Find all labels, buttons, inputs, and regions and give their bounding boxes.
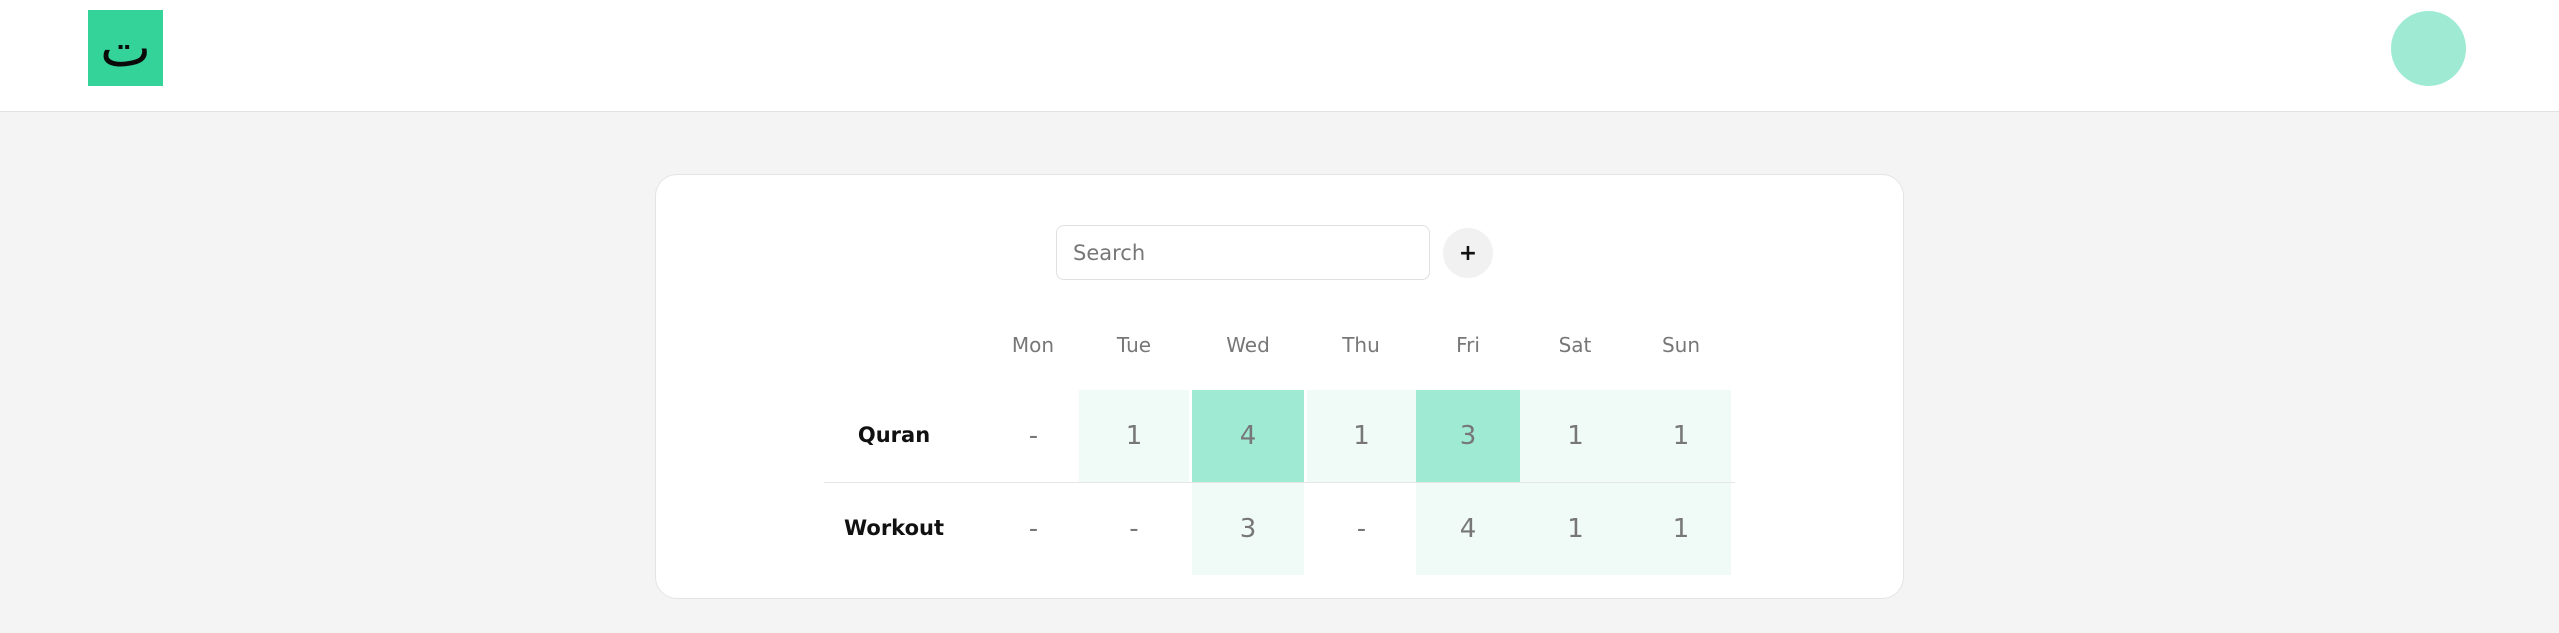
day-header-thu: Thu [1342, 333, 1380, 357]
habit-cell-workout-thu[interactable]: - [1307, 483, 1416, 575]
day-header-sun: Sun [1661, 333, 1701, 357]
habit-label-quran[interactable]: Quran [804, 423, 984, 447]
day-header-sat: Sat [1558, 333, 1592, 357]
habit-cell-quran-thu[interactable]: 1 [1307, 390, 1416, 482]
habit-cell-workout-tue[interactable]: - [1079, 483, 1189, 575]
day-header-mon: Mon [1011, 333, 1055, 357]
habit-cell-quran-tue[interactable]: 1 [1079, 390, 1189, 482]
day-header-fri: Fri [1456, 333, 1480, 357]
habit-cell-quran-sun[interactable]: 1 [1631, 390, 1731, 482]
habit-tracker-card: + MonTueWedThuFriSatSun Quran-141311Work… [655, 174, 1904, 599]
habit-cell-quran-fri[interactable]: 3 [1416, 390, 1520, 482]
habit-cell-workout-wed[interactable]: 3 [1192, 483, 1304, 575]
search-input[interactable] [1056, 225, 1430, 280]
habit-cell-quran-wed[interactable]: 4 [1192, 390, 1304, 482]
add-habit-button[interactable]: + [1443, 228, 1493, 278]
habit-cell-workout-fri[interactable]: 4 [1416, 483, 1520, 575]
day-header-wed: Wed [1226, 333, 1270, 357]
habit-label-workout[interactable]: Workout [804, 516, 984, 540]
habit-cell-workout-sat[interactable]: 1 [1520, 483, 1631, 575]
habit-cell-quran-mon[interactable]: - [989, 390, 1078, 482]
habit-cell-workout-mon[interactable]: - [989, 483, 1078, 575]
habit-cell-workout-sun[interactable]: 1 [1631, 483, 1731, 575]
user-avatar[interactable] [2391, 11, 2466, 86]
habit-cell-quran-sat[interactable]: 1 [1520, 390, 1631, 482]
day-header-tue: Tue [1116, 333, 1152, 357]
app-logo[interactable]: ت [88, 10, 163, 86]
top-bar: ت [0, 0, 2559, 112]
